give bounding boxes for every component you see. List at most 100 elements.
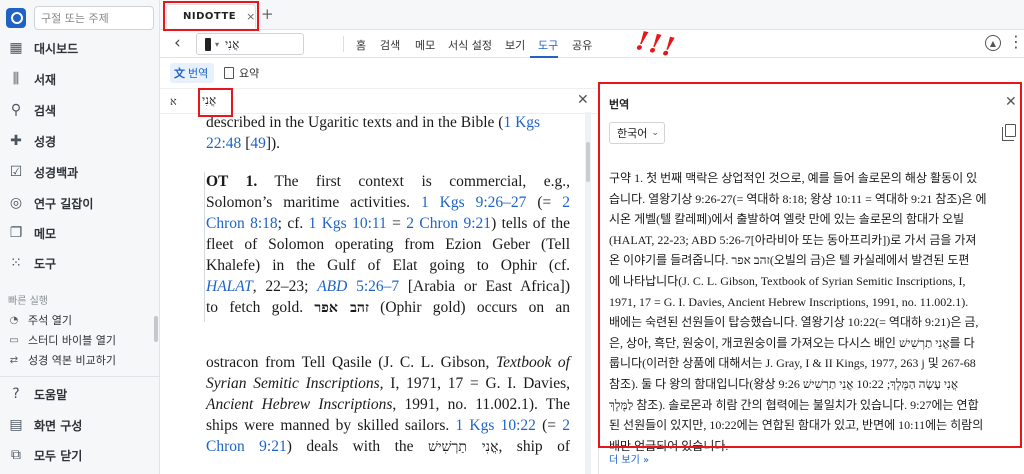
sidebar-item-layout[interactable]: ▤ 화면 구성 bbox=[0, 411, 160, 439]
translation-line: 1971, 17 = G. I. Davies, Ancient Hebrew … bbox=[609, 294, 969, 309]
text-line: to fetch gold. זהב אפר (Ophir gold) occu… bbox=[206, 299, 571, 316]
sidebar-item-encyclopedia[interactable]: ☑ 성경백과 bbox=[0, 158, 160, 186]
close-icon[interactable]: ✕ bbox=[1005, 94, 1017, 110]
chevron-up-circle-icon[interactable]: ▲ bbox=[985, 35, 1001, 51]
tab-bar: NIDOTTE × + bbox=[160, 0, 1024, 30]
menu-notes[interactable]: 메모 bbox=[415, 37, 435, 53]
article-content: described in the Ugaritic texts and in t… bbox=[166, 112, 584, 474]
translation-line: 온 이야기를 들려줍니다. זהב אפר(오빌의 금)은 텔 카실레에서 발견… bbox=[609, 253, 970, 268]
sidebar-item-label: 서재 bbox=[34, 72, 57, 87]
sidebar-item-tools[interactable]: ⁙ 도구 bbox=[0, 249, 160, 277]
scripture-link[interactable]: 1 Kgs bbox=[503, 114, 540, 131]
translation-text: 구약 1. 첫 번째 맥락은 상업적인 것으로, 예를 들어 솔로몬의 해상 활… bbox=[609, 168, 1013, 456]
translation-line: 된 선원들이 있지만, 10:22에는 연합된 함대가 있고, 반면에 10:1… bbox=[609, 418, 984, 433]
menu-view[interactable]: 보기 bbox=[505, 37, 525, 53]
encyclopedia-icon: ☑ bbox=[9, 164, 23, 180]
tools-subbar: 文 번역 요약 bbox=[160, 58, 598, 88]
close-icon[interactable]: ✕ bbox=[577, 92, 589, 108]
back-chevron-icon[interactable]: ‹ bbox=[174, 33, 181, 53]
translate-button[interactable]: 文 번역 bbox=[170, 63, 214, 83]
compare-icon: ⇄ bbox=[9, 354, 19, 366]
quick-actions-scrollbar[interactable] bbox=[154, 316, 158, 342]
translate-label: 번역 bbox=[188, 67, 209, 80]
sidebar-item-label: 메모 bbox=[34, 226, 57, 241]
menu-tools[interactable]: 도구 bbox=[538, 37, 558, 53]
translate-icon: 文 bbox=[174, 67, 185, 80]
sidebar-item-notes[interactable]: ❐ 메모 bbox=[0, 219, 160, 247]
scripture-link[interactable]: 22:48 bbox=[206, 135, 245, 152]
sidebar-item-help[interactable]: ? 도움말 bbox=[0, 380, 160, 408]
alphabet-index[interactable]: א bbox=[170, 95, 177, 108]
menu-home[interactable]: 홈 bbox=[356, 37, 366, 53]
translation-line: 참조). 둘 다 왕의 함대입니다(왕상 9:26 אֳנִי עָשָׂה ה… bbox=[609, 376, 959, 391]
sidebar-item-label: 모두 닫기 bbox=[34, 448, 83, 463]
sidebar-item-label: 도움말 bbox=[34, 387, 68, 402]
search-input[interactable] bbox=[34, 6, 154, 30]
sidebar-divider bbox=[0, 376, 160, 377]
sidebar-item-label: 성경백과 bbox=[34, 165, 79, 180]
toolbar-divider bbox=[343, 36, 344, 52]
quick-item-label: 주석 열기 bbox=[28, 314, 72, 327]
sidebar-item-label: 성경 bbox=[34, 134, 57, 149]
article-scrollbar[interactable] bbox=[585, 112, 591, 474]
sidebar-item-search[interactable]: ⚲ 검색 bbox=[0, 96, 160, 124]
show-more-link[interactable]: 더 보기 » bbox=[609, 451, 649, 466]
menu-search[interactable]: 검색 bbox=[380, 37, 400, 53]
resource-picker[interactable]: ▾ אֳנִי bbox=[196, 33, 304, 55]
text-segment: ]). bbox=[265, 135, 281, 152]
text-line: ships were manned by skilled sailors. 1 … bbox=[206, 417, 570, 434]
copy-icon[interactable] bbox=[1002, 124, 1016, 141]
menu-share[interactable]: 공유 bbox=[572, 37, 592, 53]
translation-line: 구약 1. 첫 번째 맥락은 상업적인 것으로, 예를 들어 솔로몬의 해상 활… bbox=[609, 171, 978, 185]
lemma-word[interactable]: אֳנִי bbox=[202, 93, 216, 108]
summary-button[interactable]: 요약 bbox=[224, 63, 259, 83]
tab-nidotte[interactable]: NIDOTTE × bbox=[166, 4, 256, 28]
sidebar-item-library[interactable]: ⫼ 서재 bbox=[0, 65, 160, 93]
translation-line: 은, 상아, 흑단, 원숭이, 개코원숭이를 가져오는 다시스 배인 אֳנִי… bbox=[609, 335, 975, 350]
add-tab-icon[interactable]: + bbox=[261, 5, 274, 23]
language-value: 한국어 bbox=[617, 127, 648, 140]
quick-item-label: 스터디 바이블 열기 bbox=[28, 334, 116, 347]
text-line: Solomon’s maritime activities. 1 Kgs 9:2… bbox=[206, 194, 570, 211]
text-line: Syrian Semitic Inscriptions, I, 1971, 17… bbox=[206, 375, 570, 392]
sidebar-item-dashboard[interactable]: ▦ 대시보드 bbox=[0, 34, 160, 62]
sidebar-item-bible[interactable]: ✚ 성경 bbox=[0, 127, 160, 155]
scripture-link[interactable]: 49 bbox=[250, 135, 266, 152]
quick-item-label: 성경 역본 비교하기 bbox=[28, 354, 116, 367]
text-line: ostracon from Tell Qasile (J. C. L. Gibs… bbox=[206, 354, 570, 371]
sidebar: ▦ 대시보드 ⫼ 서재 ⚲ 검색 ✚ 성경 ☑ 성경백과 ◎ 연구 길잡이 ❐ … bbox=[0, 0, 160, 474]
library-icon: ⫼ bbox=[12, 71, 20, 87]
quick-item-open-commentary[interactable]: ◔ 주석 열기 bbox=[0, 311, 155, 329]
translation-line: 배에는 숙련된 선원들이 탑승했습니다. 열왕기상 10:22(= 역대하 9:… bbox=[609, 315, 979, 330]
logos-logo-icon[interactable] bbox=[6, 8, 26, 28]
quick-item-compare-versions[interactable]: ⇄ 성경 역본 비교하기 bbox=[0, 351, 155, 369]
sidebar-item-label: 도구 bbox=[34, 256, 57, 271]
chevron-down-icon: ▾ bbox=[215, 39, 220, 49]
comment-icon: ◔ bbox=[9, 314, 19, 326]
sidebar-item-label: 대시보드 bbox=[34, 41, 79, 56]
tab-close-icon[interactable]: × bbox=[246, 10, 255, 23]
sidebar-item-guide[interactable]: ◎ 연구 길잡이 bbox=[0, 189, 160, 217]
layout-icon: ▤ bbox=[9, 417, 23, 433]
text-line: fleet of Solomon operating from Ezion Ge… bbox=[206, 236, 570, 253]
translation-panel: 번역 ✕ 한국어 ⌄ 구약 1. 첫 번째 맥락은 상업적인 것으로, 예를 들… bbox=[598, 82, 1024, 474]
panel-title: 번역 bbox=[609, 98, 630, 111]
sidebar-item-label: 연구 길잡이 bbox=[34, 196, 94, 211]
guide-icon: ◎ bbox=[9, 195, 23, 211]
translation-line: 시온 게벨(텔 칼레페)에서 출발하여 엘랏 만에 있는 솔로몬의 함대가 오빌 bbox=[609, 212, 965, 227]
chevron-down-icon: ⌄ bbox=[651, 128, 659, 138]
summary-label: 요약 bbox=[239, 67, 260, 80]
notes-icon: ❐ bbox=[9, 225, 23, 241]
summary-icon bbox=[224, 67, 234, 79]
resource-word: אֳנִי bbox=[225, 36, 240, 51]
sidebar-item-label: 검색 bbox=[34, 103, 57, 118]
quick-actions-header: 빠른 실행 bbox=[8, 296, 48, 307]
more-options-icon[interactable]: ⋮ bbox=[1008, 32, 1024, 51]
quick-item-open-study-bible[interactable]: ▭ 스터디 바이블 열기 bbox=[0, 331, 155, 349]
text-line: OT 1. The first context is commercial, e… bbox=[206, 173, 570, 190]
text-line: 22:48 [49]). bbox=[206, 133, 570, 154]
lemma-filter-bar: א אֳנִי ✕ bbox=[160, 88, 598, 114]
sidebar-item-close-all[interactable]: ⧉ 모두 닫기 bbox=[0, 441, 160, 469]
menu-formatting[interactable]: 서식 설정 bbox=[448, 37, 492, 53]
language-select[interactable]: 한국어 ⌄ bbox=[609, 122, 665, 144]
